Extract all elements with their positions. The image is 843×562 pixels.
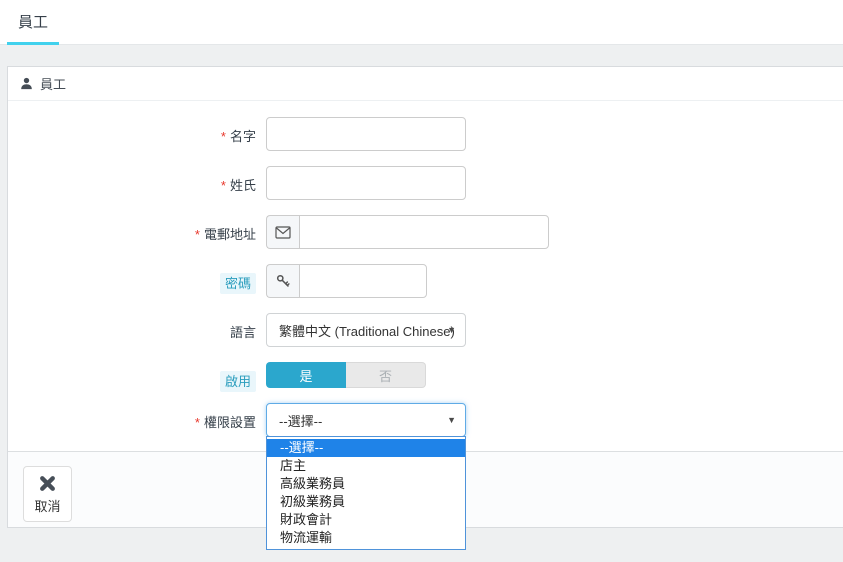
- dropdown-option-senior-sales[interactable]: 高級業務員: [267, 475, 465, 493]
- key-icon: [266, 264, 299, 298]
- user-icon: [20, 77, 33, 90]
- row-password: 密碼: [8, 264, 843, 298]
- status-help-label: 啟用: [220, 371, 256, 392]
- password-input[interactable]: [299, 264, 427, 298]
- top-tab-bar: 員工: [0, 0, 843, 45]
- row-first-name: *名字: [8, 117, 843, 151]
- chevron-down-icon: ▼: [447, 415, 456, 425]
- cancel-button[interactable]: 取消: [23, 466, 72, 522]
- employee-panel: 員工 *名字 *姓氏 *電郵地址: [7, 66, 843, 528]
- dropdown-option-finance-accounting[interactable]: 財政會計: [267, 511, 465, 529]
- email-input[interactable]: [299, 215, 549, 249]
- status-no-button[interactable]: 否: [346, 362, 426, 388]
- language-selected-value: 繁體中文 (Traditional Chinese): [267, 321, 465, 340]
- last-name-input[interactable]: [266, 166, 466, 200]
- tab-employee-label: 員工: [18, 11, 48, 32]
- row-email: *電郵地址: [8, 215, 843, 249]
- cancel-button-label: 取消: [34, 496, 60, 515]
- required-marker: *: [221, 129, 226, 144]
- permission-dropdown: --選擇-- 店主 高級業務員 初級業務員 財政會計 物流運輸: [266, 436, 466, 550]
- row-permission: *權限設置 --選擇-- ▼ --選擇-- 店主 高級業務員 初級業務員 財政會…: [8, 403, 843, 437]
- required-marker: *: [195, 227, 200, 242]
- row-status: 啟用 是 否: [8, 362, 843, 390]
- dropdown-option-logistics[interactable]: 物流運輸: [267, 529, 465, 547]
- tab-employee[interactable]: 員工: [7, 0, 59, 45]
- password-label: 密碼: [8, 264, 256, 298]
- password-help-label: 密碼: [220, 273, 256, 294]
- last-name-label: *姓氏: [8, 166, 256, 200]
- permission-label: *權限設置: [8, 403, 256, 437]
- status-toggle: 是 否: [266, 362, 426, 388]
- required-marker: *: [221, 178, 226, 193]
- envelope-icon: [266, 215, 299, 249]
- dropdown-option-select[interactable]: --選擇--: [267, 439, 465, 457]
- permission-select[interactable]: --選擇-- ▼: [266, 403, 466, 437]
- panel-header: 員工: [8, 67, 843, 101]
- email-label: *電郵地址: [8, 215, 256, 249]
- status-label: 啟用: [8, 362, 256, 390]
- row-last-name: *姓氏: [8, 166, 843, 200]
- row-language: 語言 繁體中文 (Traditional Chinese) ▼: [8, 313, 843, 347]
- status-yes-button[interactable]: 是: [266, 362, 346, 388]
- dropdown-option-junior-sales[interactable]: 初級業務員: [267, 493, 465, 511]
- required-marker: *: [195, 415, 200, 430]
- language-label: 語言: [8, 313, 256, 347]
- dropdown-option-shop-owner[interactable]: 店主: [267, 457, 465, 475]
- first-name-label: *名字: [8, 117, 256, 151]
- language-select[interactable]: 繁體中文 (Traditional Chinese) ▼: [266, 313, 466, 347]
- employee-form: *名字 *姓氏 *電郵地址: [8, 102, 843, 451]
- chevron-down-icon: ▼: [447, 325, 456, 335]
- first-name-input[interactable]: [266, 117, 466, 151]
- permission-selected-value: --選擇--: [267, 411, 346, 430]
- close-icon: [38, 474, 57, 493]
- panel-title: 員工: [40, 74, 66, 93]
